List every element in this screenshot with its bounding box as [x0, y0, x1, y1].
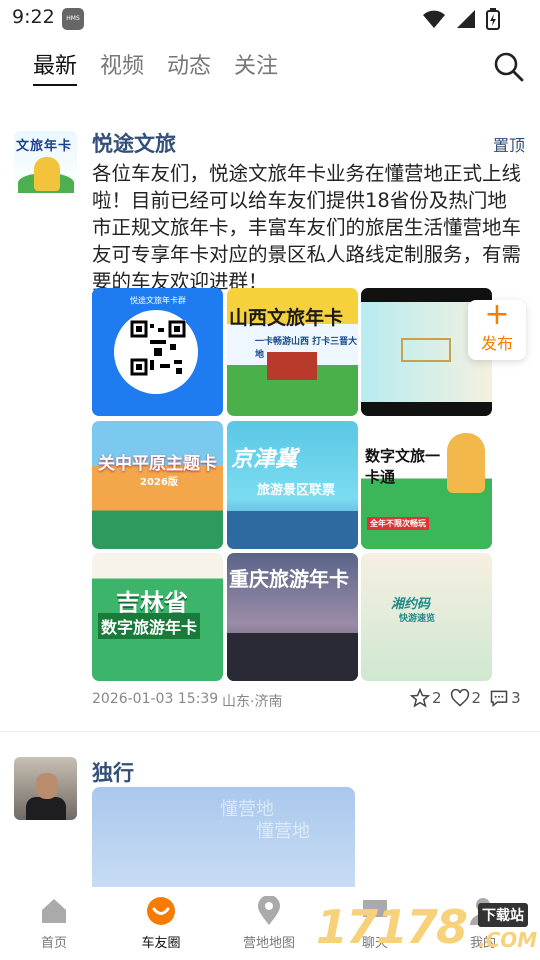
- post-image-chongqing[interactable]: 重庆旅游年卡: [227, 553, 358, 681]
- feed-tabs: 最新 视频 动态 关注: [33, 48, 278, 86]
- post-image-jilin[interactable]: 吉林省 数字旅游年卡: [92, 553, 223, 681]
- clock: 9:22: [12, 6, 55, 28]
- tab-following[interactable]: 关注: [234, 48, 278, 86]
- nav-home[interactable]: 首页: [9, 896, 99, 951]
- publish-button[interactable]: + 发布: [468, 300, 526, 360]
- avatar-text: 文旅年卡: [16, 139, 73, 154]
- nav-car-circle[interactable]: 车友圈: [116, 896, 206, 951]
- nav-label: 营地地图: [242, 936, 295, 951]
- tab-latest[interactable]: 最新: [33, 48, 78, 86]
- post-author[interactable]: 悦途文旅: [92, 128, 176, 158]
- avatar[interactable]: [14, 757, 77, 820]
- heart-icon: [450, 688, 469, 707]
- nav-label: 首页: [40, 936, 67, 951]
- site-watermark: 17178: [316, 900, 468, 954]
- post-stats: 2 2 3: [410, 688, 521, 708]
- comment-button[interactable]: 3: [489, 688, 521, 708]
- post-image-guanzhong[interactable]: 关中平原主题卡 2026版: [92, 421, 223, 549]
- image-watermark: 懂营地: [256, 821, 310, 842]
- comment-icon: [490, 690, 508, 708]
- post-location: 山东·济南: [222, 694, 283, 710]
- nav-label: 车友圈: [141, 936, 181, 951]
- post-image-jingjinji[interactable]: 京津冀 旅游景区联票: [227, 421, 358, 549]
- site-watermark-badge: 下载站: [478, 903, 528, 927]
- qr-code-icon: [130, 320, 186, 376]
- nav-camp-map[interactable]: 营地地图: [224, 895, 314, 951]
- like-count: 2: [471, 689, 482, 707]
- comment-count: 3: [511, 689, 521, 707]
- home-icon: [42, 899, 66, 923]
- post-image-shanxi[interactable]: 山西文旅年卡 一卡畅游山西 打卡三晋大地: [227, 288, 358, 416]
- battery-icon: [486, 8, 500, 30]
- hms-icon: HMS: [62, 8, 84, 30]
- star-count: 2: [432, 689, 442, 707]
- tab-video[interactable]: 视频: [100, 48, 144, 86]
- plus-icon: +: [484, 297, 510, 332]
- status-bar: 9:22 HMS: [0, 0, 540, 36]
- post-image-digital[interactable]: 数字文旅一卡通 全年不限次畅玩: [361, 421, 492, 549]
- like-button[interactable]: 2: [450, 688, 482, 708]
- post-image[interactable]: 懂营地 懂营地: [92, 787, 355, 887]
- post-datetime: 2026-01-03 15:39: [92, 691, 219, 707]
- pinned-label: 置顶: [492, 136, 525, 155]
- system-icons: [422, 8, 500, 30]
- signal-icon: [457, 10, 475, 28]
- post-author[interactable]: 独行: [92, 757, 134, 787]
- avatar[interactable]: 文旅年卡: [14, 131, 77, 194]
- post-divider: [0, 731, 540, 732]
- tab-moments[interactable]: 动态: [167, 48, 211, 86]
- map-pin-icon: [258, 895, 280, 925]
- star-icon: [410, 688, 430, 708]
- post-image-hunan[interactable]: 湘约码 快游速览: [361, 553, 492, 681]
- post-content[interactable]: 各位车友们，悦途文旅年卡业务在懂营地正式上线啦！目前已经可以给车友们提供18省份…: [92, 160, 522, 295]
- search-icon[interactable]: [492, 50, 524, 82]
- site-watermark-domain: .COM: [478, 928, 538, 952]
- post-image-qr[interactable]: 悦途文旅年卡群: [92, 288, 223, 416]
- circle-icon: [147, 897, 175, 925]
- publish-label: 发布: [480, 334, 513, 353]
- star-button[interactable]: 2: [410, 688, 442, 708]
- wifi-icon: [423, 10, 445, 28]
